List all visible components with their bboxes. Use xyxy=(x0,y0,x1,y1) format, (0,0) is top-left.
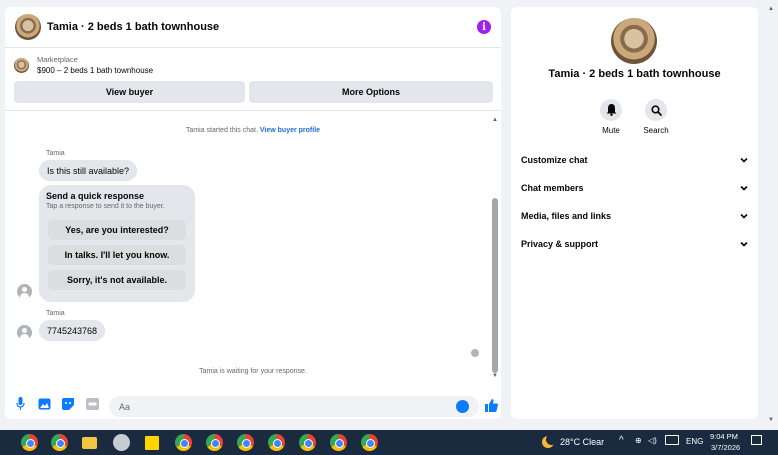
chrome-taskbar-icon[interactable] xyxy=(51,434,68,451)
mute-label: Mute xyxy=(602,126,620,135)
chat-started-notice: Tamia started this chat. View buyer prof… xyxy=(5,127,501,134)
info-icon[interactable]: i xyxy=(477,20,491,34)
page-scroll-up-icon[interactable]: ▲ xyxy=(768,6,774,12)
page-scrollbar[interactable]: ▲ ▼ xyxy=(764,0,778,430)
chevron-down-icon xyxy=(740,213,748,219)
search-label: Search xyxy=(643,126,669,135)
chat-info-panel: Tamia · 2 beds 1 bath townhouse Mute Sea… xyxy=(511,7,758,419)
sticky-notes-icon[interactable] xyxy=(145,436,159,450)
weather-text[interactable]: 28°C Clear xyxy=(560,437,604,447)
chrome-taskbar-icon[interactable] xyxy=(330,434,347,451)
notification-icon[interactable] xyxy=(751,435,762,445)
buyer-avatar xyxy=(17,284,32,299)
keyboard-icon[interactable] xyxy=(665,435,679,445)
photo-icon[interactable] xyxy=(37,397,51,411)
search-icon xyxy=(650,104,662,116)
section-label: Customize chat xyxy=(521,155,588,165)
scroll-thumb[interactable] xyxy=(492,198,498,373)
clock-time[interactable]: 9:04 PM xyxy=(710,432,738,441)
message-bubble[interactable]: Is this still available? xyxy=(39,160,138,181)
message-input[interactable] xyxy=(109,396,479,417)
listing-thumbnail xyxy=(14,57,29,73)
tray-chevron-up-icon[interactable]: ^ xyxy=(619,435,624,446)
network-icon[interactable]: ⊕ xyxy=(635,436,642,445)
more-options-button[interactable]: More Options xyxy=(249,81,493,103)
volume-icon[interactable]: ◁) xyxy=(648,436,657,445)
weather-moon-icon[interactable] xyxy=(542,434,557,448)
emoji-icon[interactable] xyxy=(456,400,469,413)
chevron-down-icon xyxy=(740,241,748,247)
chrome-taskbar-icon[interactable] xyxy=(237,434,254,451)
scroll-up-arrow-icon[interactable]: ▲ xyxy=(491,116,499,124)
listing-avatar xyxy=(611,18,657,64)
section-label: Chat members xyxy=(521,183,584,193)
sticker-icon[interactable] xyxy=(61,397,75,411)
listing-summary[interactable]: Marketplace $900 – 2 beds 1 bath townhou… xyxy=(5,48,501,76)
section-privacy-support[interactable]: Privacy & support xyxy=(521,236,749,252)
chrome-taskbar-icon[interactable] xyxy=(299,434,316,451)
mute-button[interactable] xyxy=(600,99,622,121)
info-title: Tamia · 2 beds 1 bath townhouse xyxy=(548,68,721,80)
chevron-down-icon xyxy=(740,157,748,163)
seen-avatar xyxy=(471,349,479,357)
chat-started-text: Tamia started this chat. xyxy=(185,127,258,134)
section-label: Media, files and links xyxy=(521,211,612,221)
chrome-taskbar-icon[interactable] xyxy=(361,434,378,451)
quick-response-option[interactable]: In talks. I'll let you know. xyxy=(48,245,186,265)
thumbs-up-icon[interactable] xyxy=(485,399,498,415)
section-media-files-links[interactable]: Media, files and links xyxy=(521,208,749,224)
chat-header: Tamia · 2 beds 1 bath townhouse i xyxy=(5,7,501,48)
listing-price: $900 – 2 beds 1 bath townhouse xyxy=(37,66,154,75)
chat-title[interactable]: Tamia · 2 beds 1 bath townhouse xyxy=(47,21,477,33)
sender-name: Tamia xyxy=(46,310,65,317)
clock-date[interactable]: 3/7/2026 xyxy=(711,443,740,452)
quick-response-option[interactable]: Yes, are you interested? xyxy=(48,220,186,240)
file-explorer-icon[interactable] xyxy=(82,437,97,449)
app-taskbar-icon[interactable] xyxy=(113,434,130,451)
chrome-taskbar-icon[interactable] xyxy=(268,434,285,451)
chat-avatar[interactable] xyxy=(15,14,41,40)
buyer-avatar xyxy=(17,325,32,340)
quick-response-title: Send a quick response xyxy=(46,191,145,201)
message-bubble[interactable]: 7745243768 xyxy=(39,320,106,341)
page-scroll-down-icon[interactable]: ▼ xyxy=(768,417,774,423)
quick-response-subtitle: Tap a response to send it to the buyer. xyxy=(46,203,165,210)
gif-icon[interactable] xyxy=(85,397,99,411)
microphone-icon[interactable] xyxy=(13,397,27,411)
bell-icon xyxy=(606,104,616,116)
chat-panel: Tamia · 2 beds 1 bath townhouse i Market… xyxy=(5,7,501,419)
chat-scrollbar[interactable]: ▲ ▼ xyxy=(491,116,499,380)
taskbar: 28°C Clear ^ ⊕ ◁) ENG 9:04 PM 3/7/2026 xyxy=(0,430,778,455)
quick-response-option[interactable]: Sorry, it's not available. xyxy=(48,270,186,290)
language-indicator[interactable]: ENG xyxy=(686,437,703,446)
view-buyer-button[interactable]: View buyer xyxy=(14,81,246,103)
chrome-taskbar-icon[interactable] xyxy=(21,434,38,451)
section-label: Privacy & support xyxy=(521,239,599,249)
sender-name: Tamia xyxy=(46,150,65,157)
quick-response-card: Send a quick response Tap a response to … xyxy=(39,185,195,302)
listing-source: Marketplace xyxy=(37,55,78,64)
scroll-down-arrow-icon[interactable]: ▼ xyxy=(491,372,499,380)
chevron-down-icon xyxy=(740,185,748,191)
section-customize-chat[interactable]: Customize chat xyxy=(521,152,749,168)
listing-actions: View buyer More Options xyxy=(5,76,501,103)
message-list[interactable]: Tamia started this chat. View buyer prof… xyxy=(5,110,501,386)
waiting-notice: Tamia is waiting for your response. xyxy=(199,368,307,375)
section-chat-members[interactable]: Chat members xyxy=(521,180,749,196)
search-button[interactable] xyxy=(645,99,667,121)
chrome-taskbar-icon[interactable] xyxy=(175,434,192,451)
view-buyer-profile-link[interactable]: View buyer profile xyxy=(260,127,320,134)
chrome-taskbar-icon[interactable] xyxy=(206,434,223,451)
